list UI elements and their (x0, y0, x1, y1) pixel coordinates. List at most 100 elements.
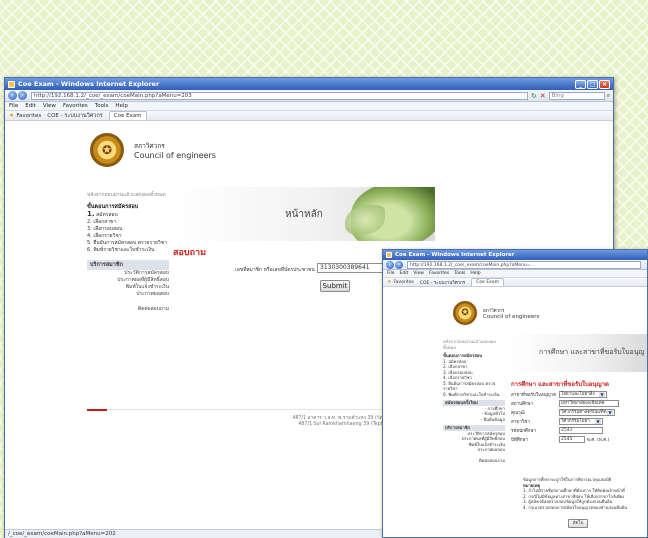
org-name-th: สภาวิศวกร (134, 141, 165, 150)
next-button[interactable]: ถัดไป (568, 519, 588, 528)
favorites-link-coe[interactable]: COE - ระบบงานวิศวกร (47, 112, 103, 120)
menu-bar: File Edit View Favorites Tools Help (5, 102, 613, 111)
back-icon[interactable]: ‹ (8, 91, 17, 100)
service-history-link[interactable]: ประวัติการสมัครสอบ (87, 270, 169, 277)
member-id-input[interactable]: 3130300389641 (317, 263, 389, 273)
org-name-en: Council of engineers (134, 150, 216, 160)
field-row-school: สถานศึกษา มหาวิทยาลัยเอเชียเทค (511, 400, 647, 407)
step-3[interactable]: 3. เลือกรอบสอบ (87, 226, 169, 233)
field-row-student-id: รหัสนักศึกษา 2541 (511, 427, 647, 434)
service-print-link[interactable]: พิมพ์ใบแจ้งชำระเงิน (87, 284, 169, 291)
second-banner: การศึกษา และสาขาที่ขอรับใบอนุญ (509, 334, 647, 372)
process-heading: ขั้นตอนการสมัครสอบ (87, 204, 139, 210)
field-label-major: สาขาวิชา (511, 420, 530, 425)
field-label-school: สถานศึกษา (511, 402, 534, 407)
school-input[interactable]: มหาวิทยาลัยเอเชียเทค (559, 400, 619, 407)
main-title-bar[interactable]: Coe Exam - Windows Internet Explorer _ □… (5, 78, 613, 90)
section-title: สอบถาม (173, 248, 207, 258)
service-results-link[interactable]: ประกาศผลสอบ (87, 291, 169, 298)
service-results-link[interactable]: ประกาศผลสอบ (443, 447, 505, 453)
contact-link[interactable]: ติดต่อสอบถาม (87, 306, 169, 313)
step-4[interactable]: 4. เลือกรายวิชา (87, 233, 169, 240)
major-select[interactable]: วิศวกรรมโยธา ▼ (559, 418, 603, 425)
favorites-star-icon[interactable]: ★ (387, 279, 391, 285)
step-6[interactable]: 6. พิมพ์รายวิชาและใบชำระเงิน (87, 247, 169, 254)
page-banner: หน้าหลัก (173, 187, 435, 241)
favorites-button[interactable]: Favorites (16, 113, 41, 119)
forward-icon[interactable]: › (18, 91, 27, 100)
second-favorites-bar: ★ Favorites COE - ระบบงานวิศวกร Coe Exam (383, 278, 647, 287)
dropdown-arrow-icon: ▼ (599, 392, 605, 397)
menu-help[interactable]: Help (115, 103, 128, 109)
field-row-license: สาขาที่ขอรับใบอนุญาต โยธาและโยธาสิ่ง ▼ (511, 391, 647, 398)
favorites-button[interactable]: Favorites (393, 280, 413, 285)
contact-link[interactable]: ติดต่อสอบถาม (443, 458, 505, 464)
notes-block: ข้อมูลการศึกษาจะถูกใช้ในการพิจารณาคุณสมบ… (523, 477, 647, 510)
second-title-bar[interactable]: Coe Exam - Windows Internet Explorer (383, 250, 647, 260)
education-form: สาขาที่ขอรับใบอนุญาต โยธาและโยธาสิ่ง ▼ สถ… (511, 391, 647, 445)
menu-edit[interactable]: Edit (400, 271, 409, 276)
menu-view[interactable]: View (43, 103, 56, 109)
second-address-toolbar: ‹ › http://192.168.1.2/_coe/_exam/coeMai… (383, 260, 647, 270)
new-user-confirm[interactable]: - ยืนยันข้อมูล (443, 417, 505, 423)
sidebar: หลังจากสอบผ่านแล้วแสดงผลทั้งหมด ขั้นตอนก… (87, 191, 169, 313)
org-name-th: สภาวิศวกร (483, 308, 505, 314)
menu-file[interactable]: File (387, 271, 395, 276)
second-page-content: ✪ สภาวิศวกร Council of engineers หลังจาก… (383, 287, 647, 537)
menu-tools[interactable]: Tools (454, 271, 465, 276)
second-menu-bar: File Edit View Favorites Tools Help (383, 270, 647, 278)
back-icon[interactable]: ‹ (386, 260, 394, 269)
address-input[interactable]: http://192.168.1.2/_coe/_exam/coeMain.ph… (31, 91, 528, 100)
step-5[interactable]: 5. ยืนยันการสมัครสอบ ตรวจรายวิชา (443, 381, 505, 392)
step-1[interactable]: 1. สมัครสอบ (87, 211, 169, 219)
search-input[interactable]: Bing (548, 91, 605, 100)
license-branch-select[interactable]: โยธาและโยธาสิ่ง ▼ (559, 391, 607, 398)
menu-file[interactable]: File (9, 103, 18, 109)
graduation-year-input[interactable]: 2545 (559, 436, 585, 443)
second-sidebar: หลังจากสอบผ่านแล้วแสดงผลทั้งหมด ขั้นตอนก… (443, 339, 505, 463)
council-logo: ✪ (453, 301, 477, 325)
student-id-input[interactable]: 2541 (559, 427, 603, 434)
minimize-button[interactable]: _ (575, 79, 586, 89)
second-site-header: ✪ สภาวิศวกร Council of engineers (453, 301, 539, 325)
menu-view[interactable]: View (413, 271, 424, 276)
menu-favorites[interactable]: Favorites (63, 103, 88, 109)
menu-help[interactable]: Help (470, 271, 480, 276)
search-icon[interactable]: ⌕ (607, 92, 610, 100)
field-label-student-id: รหัสนักศึกษา (511, 429, 537, 434)
second-address-input[interactable]: http://192.168.1.2/_coe/_exam/coeMain.ph… (407, 260, 641, 269)
favorites-star-icon[interactable]: ★ (9, 112, 14, 119)
council-logo: ✪ (90, 133, 124, 167)
submit-button[interactable]: Submit (320, 280, 350, 292)
banner-title: หน้าหลัก (285, 209, 323, 220)
step-5[interactable]: 5. ยืนยันการสมัครสอบ ตรวจรายวิชา (87, 240, 169, 247)
close-button[interactable]: × (599, 79, 610, 89)
degree-select[interactable]: วิศวกรรมศาสตรบัณฑิต ▼ (559, 409, 615, 416)
maximize-button[interactable]: □ (587, 79, 598, 89)
second-browser-window: Coe Exam - Windows Internet Explorer ‹ ›… (382, 249, 648, 538)
browser-tab[interactable]: Coe Exam (471, 278, 504, 286)
field-row-major: สาขาวิชา วิศวกรรมโยธา ▼ (511, 418, 647, 425)
second-window-title: Coe Exam - Windows Internet Explorer (395, 252, 515, 258)
org-name-en: Council of engineers (483, 313, 540, 320)
tab-label: Coe Exam (476, 280, 499, 285)
menu-favorites[interactable]: Favorites (429, 271, 449, 276)
forward-icon[interactable]: › (395, 260, 403, 269)
dropdown-arrow-icon: ▼ (607, 410, 613, 415)
step-6[interactable]: 6. พิมพ์รายวิชาและใบชำระเงิน (443, 392, 505, 398)
step-2[interactable]: 2. เลือกสาขา (87, 219, 169, 226)
sidebar-note: หลังจากสอบผ่านแล้วแสดงผลทั้งหมด (87, 192, 166, 198)
favorites-link-coe[interactable]: COE - ระบบงานวิศวกร (420, 279, 465, 286)
browser-tab[interactable]: Coe Exam (108, 111, 147, 120)
site-header: ✪ สภาวิศวกร Council of engineers (90, 133, 216, 167)
ie-icon (386, 252, 392, 258)
field-label-year: ปีที่ศึกษา (511, 438, 528, 443)
service-eligible-link[interactable]: ประกาศผลที่ผู้มีสิทธิ์สอบ (87, 277, 169, 284)
menu-edit[interactable]: Edit (25, 103, 36, 109)
footer-red-line (87, 409, 107, 411)
second-section-title: การศึกษา และสาขาที่ขอรับใบอนุญาต (511, 381, 609, 388)
menu-tools[interactable]: Tools (95, 103, 109, 109)
stop-icon[interactable]: ✕ (540, 92, 546, 100)
field-row-year: ปีที่ศึกษา 2545 พ.ศ. (พ.ศ.) (511, 436, 647, 443)
refresh-icon[interactable]: ↻ (531, 92, 537, 100)
